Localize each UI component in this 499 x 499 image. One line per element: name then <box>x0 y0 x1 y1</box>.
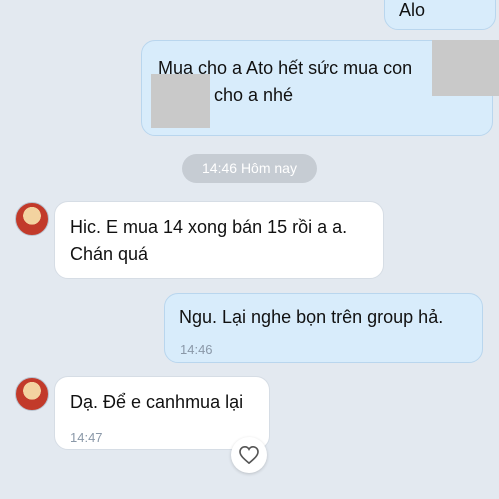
message-text: Hic. E mua 14 xong bán 15 rồi a a. <box>70 217 348 237</box>
message-timestamp: 14:46 <box>180 342 213 357</box>
message-timestamp: 14:47 <box>70 430 103 445</box>
redacted-image <box>432 40 499 96</box>
tiger-avatar-icon[interactable] <box>15 202 49 236</box>
date-separator: 14:46 Hôm nay <box>182 154 317 183</box>
message-bubble-incoming[interactable]: Hic. E mua 14 xong bán 15 rồi a a. Chán … <box>54 201 384 279</box>
tiger-avatar-icon[interactable] <box>15 377 49 411</box>
message-text: Alo <box>399 0 426 20</box>
message-text: Chán quá <box>70 244 149 264</box>
redacted-image <box>151 74 210 128</box>
message-bubble-outgoing[interactable]: Ngu. Lại nghe bọn trên group hả. 14:46 <box>164 293 483 363</box>
message-bubble-outgoing[interactable]: Alo <box>384 0 496 30</box>
message-bubble-incoming[interactable]: Dạ. Để e canhmua lại 14:47 <box>54 376 270 450</box>
heart-outline-icon[interactable] <box>231 437 267 473</box>
message-text: Dạ. Để e canhmua lại <box>70 392 244 412</box>
heart-icon <box>239 446 259 464</box>
message-text: Ngu. Lại nghe bọn trên group hả. <box>179 307 444 327</box>
